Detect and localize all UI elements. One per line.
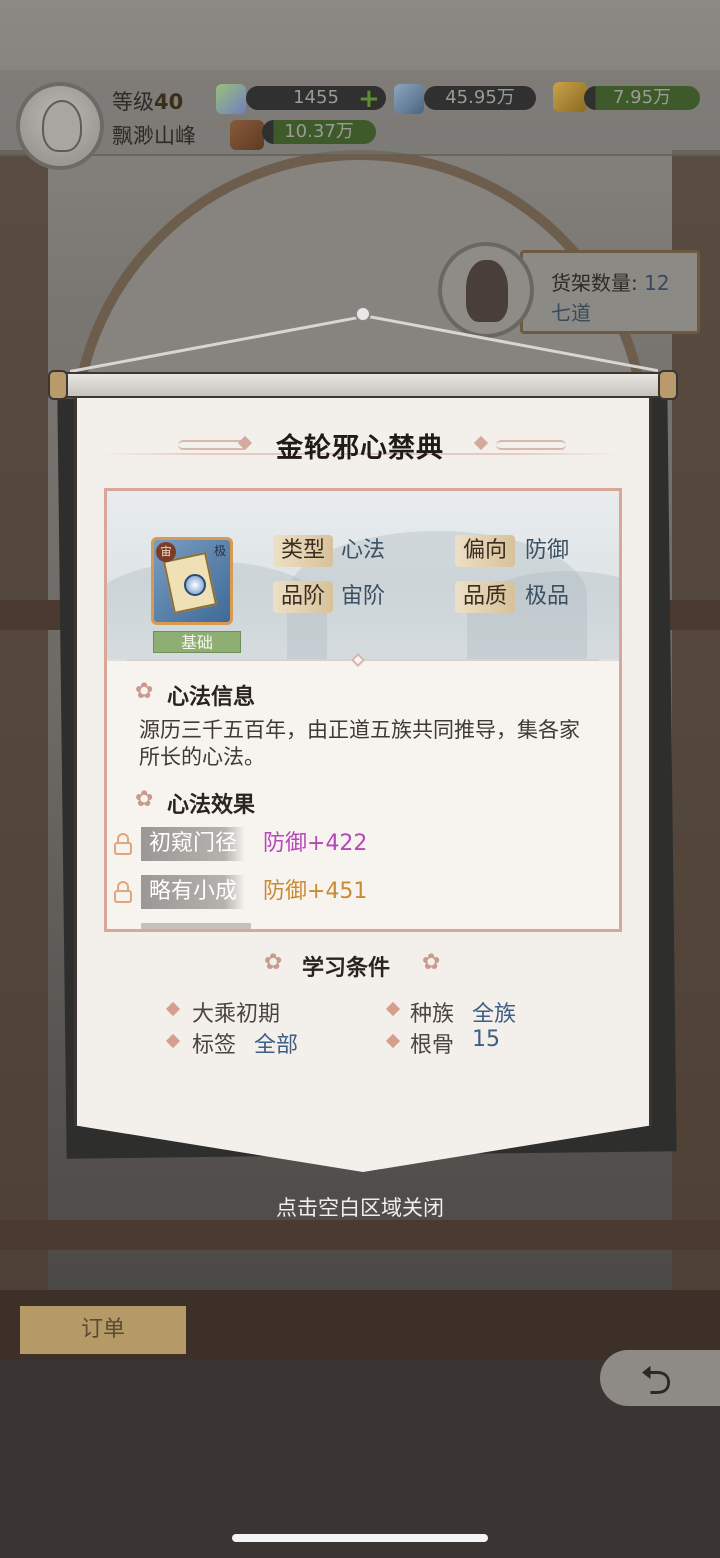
resource-gold-value: 7.95万 xyxy=(584,86,700,110)
condition-race-label: 种族 xyxy=(410,1002,455,1027)
attr-type-label: 类型 xyxy=(273,535,334,567)
effect-bonus: 防御+451 xyxy=(263,879,368,904)
add-crystal-button[interactable]: + xyxy=(358,84,380,114)
player-avatar[interactable] xyxy=(16,82,104,170)
attr-quality-value: 极品 xyxy=(525,584,570,609)
orders-tab[interactable]: 订单 xyxy=(20,1306,186,1354)
info-section-title: 心法信息 xyxy=(167,685,256,710)
rod-knob-left xyxy=(48,370,68,400)
effect-stage: 略有小成 xyxy=(141,875,246,909)
flower-icon: ✿ xyxy=(264,950,283,975)
effects-section-title: 心法效果 xyxy=(167,793,256,818)
rod-knob-right xyxy=(658,370,678,400)
resource-stone-value: 45.95万 xyxy=(424,86,536,110)
crystal-gem-icon xyxy=(216,84,246,114)
item-header: 宙 极 基础 类型 心法 偏向 防御 品阶 宙阶 品质 极品 xyxy=(107,491,619,661)
shelf-plank xyxy=(0,1220,720,1250)
close-hint[interactable]: 点击空白区域关闭 xyxy=(0,1192,720,1222)
shelf-count-value: 12 xyxy=(644,271,670,295)
title-ornament-right xyxy=(496,440,566,450)
home-indicator[interactable] xyxy=(232,1534,488,1542)
shelf-count-badge: 货架数量: 12 七道 xyxy=(520,250,700,334)
quality-mark-icon: 极 xyxy=(213,544,226,558)
avatar-face xyxy=(42,100,82,152)
resource-wood-value: 10.37万 xyxy=(262,120,376,144)
hanging-pin xyxy=(355,306,371,322)
flower-icon: ✿ xyxy=(135,679,154,704)
scroll-rod xyxy=(50,372,676,398)
condition-race-value: 全族 xyxy=(472,1002,517,1027)
attr-bias-label: 偏向 xyxy=(455,535,516,567)
flower-icon: ✿ xyxy=(135,787,154,812)
attr-bias-value: 防御 xyxy=(525,538,570,563)
item-badge: 基础 xyxy=(153,631,241,653)
lock-icon xyxy=(113,833,133,855)
region-name: 飘渺山峰 xyxy=(112,124,196,148)
effect-row: 略有小成 防御+451 xyxy=(113,875,593,909)
effect-bonus: 防御+422 xyxy=(263,831,368,856)
wood-log-icon xyxy=(230,120,264,150)
gold-ingot-icon xyxy=(553,82,587,112)
condition-realm: 大乘初期 xyxy=(192,1002,281,1027)
shelf-count-label: 货架数量: xyxy=(551,271,638,295)
book-orb xyxy=(184,574,206,596)
blue-stone-icon xyxy=(394,84,424,114)
title-row: 金轮邪心禁典 xyxy=(100,420,620,470)
player-level: 等级40 xyxy=(112,90,184,114)
attr-rank-label: 品阶 xyxy=(273,581,334,613)
conditions-section-title: 学习条件 xyxy=(302,956,391,981)
condition-bone-value: 15 xyxy=(472,1027,500,1052)
flower-icon: ✿ xyxy=(422,950,441,975)
rank-seal-icon: 宙 xyxy=(156,542,176,562)
item-info-panel[interactable]: 宙 极 基础 类型 心法 偏向 防御 品阶 宙阶 品质 极品 ✿ 心法信息 源历… xyxy=(104,488,622,932)
item-description: 源历三千五百年，由正道五族共同推导，集各家所长的心法。 xyxy=(139,718,580,769)
effect-row-clipped xyxy=(141,923,251,929)
back-arrow-icon: ⮌ xyxy=(640,1358,673,1404)
npc-avatar[interactable] xyxy=(438,242,534,338)
attr-rank-value: 宙阶 xyxy=(341,584,386,609)
lock-icon xyxy=(113,881,133,903)
condition-tag-label: 标签 xyxy=(192,1033,237,1058)
skill-book-icon: 宙 极 xyxy=(151,537,233,625)
npc-hair xyxy=(466,260,508,322)
condition-tag-value: 全部 xyxy=(254,1033,299,1058)
effect-stage: 初窥门径 xyxy=(141,827,246,861)
effect-row: 初窥门径 防御+422 xyxy=(113,827,593,861)
condition-bone-label: 根骨 xyxy=(410,1033,455,1058)
shelf-owner-name: 七道 xyxy=(551,301,591,325)
attr-quality-label: 品质 xyxy=(455,581,516,613)
attr-type-value: 心法 xyxy=(341,538,386,563)
